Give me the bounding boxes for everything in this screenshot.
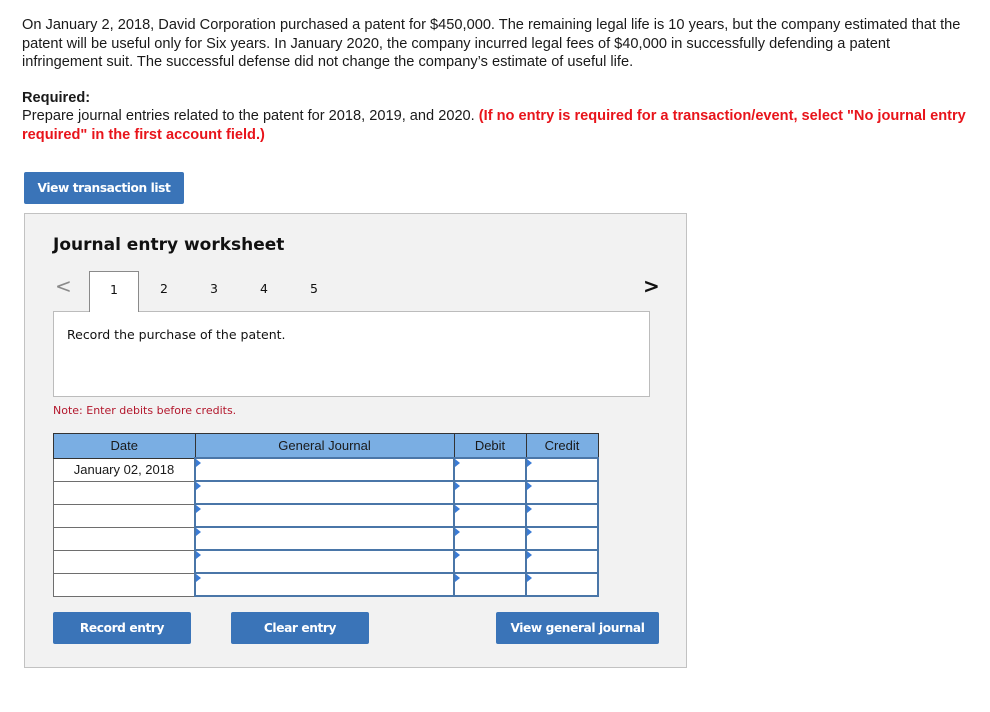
- table-row: [53, 480, 599, 505]
- credit-input[interactable]: [525, 503, 599, 528]
- header-debit: Debit: [453, 433, 527, 459]
- record-entry-button[interactable]: Record entry: [53, 612, 191, 644]
- date-cell[interactable]: January 02, 2018: [53, 457, 196, 482]
- view-general-journal-button[interactable]: View general journal: [496, 612, 659, 644]
- chevron-left-icon[interactable]: <: [55, 274, 72, 298]
- debit-input[interactable]: [453, 480, 527, 505]
- credit-input[interactable]: [525, 572, 599, 597]
- table-row: [53, 549, 599, 574]
- debit-input[interactable]: [453, 503, 527, 528]
- account-input[interactable]: [194, 572, 455, 597]
- clear-entry-button[interactable]: Clear entry: [231, 612, 369, 644]
- date-cell[interactable]: [53, 480, 196, 505]
- journal-table: Date General Journal Debit Credit Januar…: [53, 433, 599, 597]
- problem-statement: On January 2, 2018, David Corporation pu…: [22, 16, 972, 72]
- date-cell[interactable]: [53, 549, 196, 574]
- table-header-row: Date General Journal Debit Credit: [53, 433, 599, 459]
- debit-input[interactable]: [453, 549, 527, 574]
- table-row: [53, 526, 599, 551]
- date-cell[interactable]: [53, 526, 196, 551]
- problem-paragraph: On January 2, 2018, David Corporation pu…: [22, 17, 961, 70]
- account-input[interactable]: [194, 526, 455, 551]
- debit-input[interactable]: [453, 572, 527, 597]
- tab-4[interactable]: 4: [239, 271, 289, 313]
- worksheet-title: Journal entry worksheet: [53, 235, 285, 255]
- view-transaction-list-button[interactable]: View transaction list: [24, 172, 184, 204]
- credit-input[interactable]: [525, 457, 599, 482]
- required-text: Prepare journal entries related to the p…: [22, 107, 972, 144]
- credit-input[interactable]: [525, 549, 599, 574]
- required-label: Required:: [22, 90, 91, 106]
- transaction-instruction-box: Record the purchase of the patent.: [53, 311, 650, 397]
- tab-3[interactable]: 3: [189, 271, 239, 313]
- account-input[interactable]: [194, 480, 455, 505]
- debit-input[interactable]: [453, 457, 527, 482]
- tab-1[interactable]: 1: [89, 271, 139, 312]
- debit-input[interactable]: [453, 526, 527, 551]
- header-credit: Credit: [525, 433, 599, 459]
- required-description: Prepare journal entries related to the p…: [22, 108, 479, 124]
- account-input[interactable]: [194, 503, 455, 528]
- worksheet-tabs: 1 2 3 4 5: [89, 271, 339, 313]
- account-input[interactable]: [194, 549, 455, 574]
- transaction-instruction: Record the purchase of the patent.: [67, 327, 286, 342]
- tab-5[interactable]: 5: [289, 271, 339, 313]
- credit-input[interactable]: [525, 480, 599, 505]
- entry-note: Note: Enter debits before credits.: [53, 404, 237, 417]
- date-cell[interactable]: [53, 503, 196, 528]
- header-general-journal: General Journal: [194, 433, 455, 459]
- table-row: January 02, 2018: [53, 457, 599, 482]
- chevron-right-icon[interactable]: >: [643, 274, 660, 298]
- credit-input[interactable]: [525, 526, 599, 551]
- date-cell[interactable]: [53, 572, 196, 597]
- header-date: Date: [53, 433, 196, 459]
- table-row: [53, 572, 599, 597]
- account-input[interactable]: [194, 457, 455, 482]
- tab-2[interactable]: 2: [139, 271, 189, 313]
- table-row: [53, 503, 599, 528]
- journal-entry-worksheet: Journal entry worksheet < 1 2 3 4 5 > Re…: [24, 213, 687, 668]
